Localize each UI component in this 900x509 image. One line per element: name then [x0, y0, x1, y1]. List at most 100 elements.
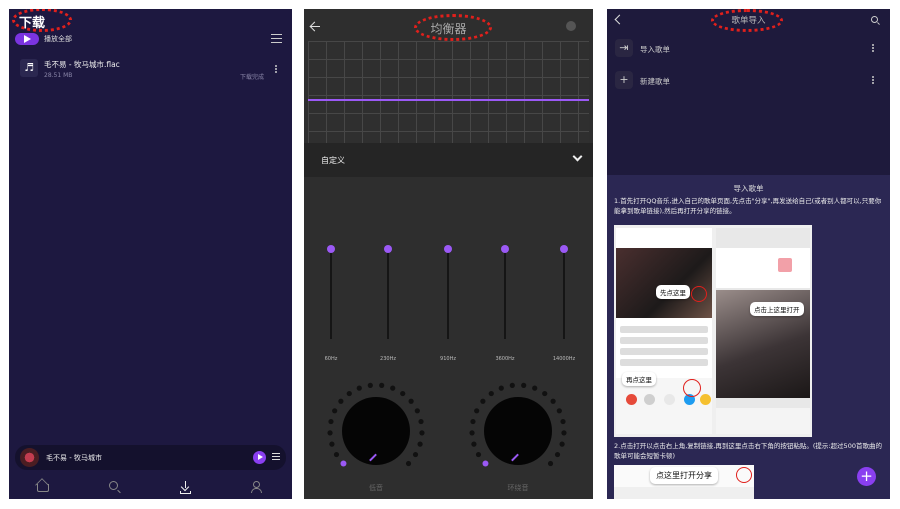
- search-icon[interactable]: [109, 481, 118, 490]
- dial-dot: [346, 390, 352, 397]
- callout-then: 再点这里: [622, 372, 656, 386]
- equalizer-screen: 均衡器 自定义 60Hz 230Hz 910Hz 3600Hz 14000Hz: [304, 9, 593, 499]
- dial-dot: [498, 385, 504, 391]
- band-sliders: 60Hz 230Hz 910Hz 3600Hz 14000Hz: [304, 177, 593, 372]
- song-title[interactable]: 毛不易 - 牧马城市.flac: [44, 59, 120, 70]
- dial-dot: [475, 451, 482, 458]
- highlight-ring: [691, 286, 707, 302]
- dial-dot: [338, 398, 344, 404]
- home-icon[interactable]: [37, 484, 49, 492]
- eq-curve-line: [308, 99, 589, 101]
- knob-disc: [484, 397, 552, 465]
- band-slider-3600hz[interactable]: 3600Hz: [495, 245, 515, 369]
- bottom-nav: [9, 475, 292, 499]
- dial-dot: [333, 451, 340, 458]
- knob-indicator: [511, 453, 519, 462]
- dial-dot: [559, 441, 565, 447]
- sheet-title: 导入歌单: [733, 184, 764, 193]
- page-title: 下载: [19, 16, 46, 31]
- dial-dot: [482, 460, 489, 467]
- tutorial-screenshot-2: 点这里打开分享: [614, 465, 754, 499]
- plus-icon: +: [615, 71, 633, 89]
- instruction-step-1: 1.首先打开QQ音乐,进入自己的歌单页面,先点击"分享",再发送给自己(或者别人…: [614, 197, 882, 215]
- page-title: 均衡器: [430, 22, 467, 36]
- dial-dot: [400, 390, 406, 397]
- tutorial-toolbar: [716, 408, 810, 434]
- band-slider-14000hz[interactable]: 14000Hz: [553, 245, 575, 369]
- slider-thumb[interactable]: [384, 245, 392, 253]
- list-menu-icon[interactable]: [271, 34, 282, 43]
- dial-dot: [532, 385, 538, 391]
- surround-label: 环绕音: [507, 484, 529, 492]
- playlist-import-screen: 歌单导入 ⇥ 导入歌单 + 新建歌单 导入歌单 1.首先打开QQ音乐,进入自己的…: [607, 9, 890, 499]
- dial-dot: [550, 398, 556, 404]
- highlight-ring: [736, 467, 752, 483]
- callout-top: 点击上这里打开: [750, 302, 804, 316]
- tutorial-screenshot-left: [616, 228, 712, 434]
- dial-dot: [556, 408, 562, 414]
- preset-value: 自定义: [321, 156, 345, 165]
- tutorial-list: [620, 326, 708, 370]
- play-all-label[interactable]: 播放全部: [44, 34, 72, 44]
- play-all-button[interactable]: [15, 33, 39, 45]
- paste-add-button[interactable]: +: [857, 467, 876, 486]
- tutorial-chat-card: [716, 248, 810, 288]
- mini-player[interactable]: 毛不易 - 牧马城市: [15, 445, 286, 470]
- new-playlist-row[interactable]: + 新建歌单: [607, 67, 890, 97]
- mini-player-title: 毛不易 - 牧马城市: [46, 454, 102, 462]
- dial-dot: [554, 451, 561, 458]
- profile-icon[interactable]: [250, 481, 262, 493]
- band-slider-910hz[interactable]: 910Hz: [438, 245, 458, 369]
- callout-first: 先点这里: [656, 285, 690, 299]
- dial-dot: [329, 441, 335, 447]
- eq-curve-graph: [308, 41, 589, 147]
- band-label: 910Hz: [440, 356, 456, 362]
- more-icon[interactable]: [275, 65, 278, 74]
- dial-dot: [379, 382, 385, 388]
- dial-dot: [488, 390, 494, 397]
- download-screen: 下载 播放全部 ♬ 毛不易 - 牧马城市.flac 28.51 MB 下载完成 …: [9, 9, 292, 499]
- band-slider-230hz[interactable]: 230Hz: [378, 245, 398, 369]
- bass-label: 低音: [369, 484, 383, 492]
- play-button[interactable]: [253, 451, 266, 464]
- slider-thumb[interactable]: [327, 245, 335, 253]
- dial-dot: [367, 382, 373, 388]
- band-label: 3600Hz: [495, 356, 515, 362]
- more-icon[interactable]: [872, 44, 875, 53]
- dial-dot: [332, 408, 338, 414]
- highlight-ring: [683, 379, 701, 397]
- import-playlist-row[interactable]: ⇥ 导入歌单: [607, 35, 890, 65]
- dial-dot: [470, 418, 476, 425]
- tutorial-screenshot-right: [716, 228, 810, 434]
- more-icon[interactable]: [872, 76, 875, 85]
- queue-icon[interactable]: [272, 453, 280, 461]
- dial-dot: [408, 398, 414, 404]
- preset-dropdown[interactable]: 自定义: [304, 143, 593, 177]
- surround-knob[interactable]: [466, 379, 570, 483]
- band-slider-60hz[interactable]: 60Hz: [321, 245, 341, 369]
- dial-dot: [560, 418, 566, 425]
- music-note-icon: ♬: [20, 59, 38, 77]
- dial-dot: [405, 460, 412, 467]
- equalizer-toggle[interactable]: [566, 21, 576, 31]
- slider-thumb[interactable]: [444, 245, 452, 253]
- band-label: 60Hz: [324, 356, 338, 362]
- dial-dot: [328, 418, 334, 425]
- dial-dot: [412, 451, 419, 458]
- dial-dot: [469, 430, 475, 436]
- slider-thumb[interactable]: [501, 245, 509, 253]
- search-icon[interactable]: [871, 16, 878, 23]
- download-icon[interactable]: [180, 481, 192, 494]
- slider-thumb[interactable]: [560, 245, 568, 253]
- knob-indicator: [369, 453, 377, 462]
- instruction-step-2: 2.点击打开以点击右上角,复制链接,再到这里点击右下角的按钮粘贴。(提示:超过5…: [614, 442, 882, 460]
- bass-knob[interactable]: [324, 379, 428, 483]
- header: 歌单导入: [607, 9, 890, 31]
- tutorial-screenshot: 先点这里 再点这里 点击上这里打开: [614, 225, 812, 437]
- row-label: 导入歌单: [640, 45, 670, 54]
- band-label: 14000Hz: [552, 356, 576, 362]
- dial-dot: [417, 441, 423, 447]
- dial-dot: [547, 460, 554, 467]
- chevron-down-icon: [572, 151, 583, 162]
- import-instructions-sheet: 导入歌单 1.首先打开QQ音乐,进入自己的歌单页面,先点击"分享",再发送给自己…: [607, 175, 890, 499]
